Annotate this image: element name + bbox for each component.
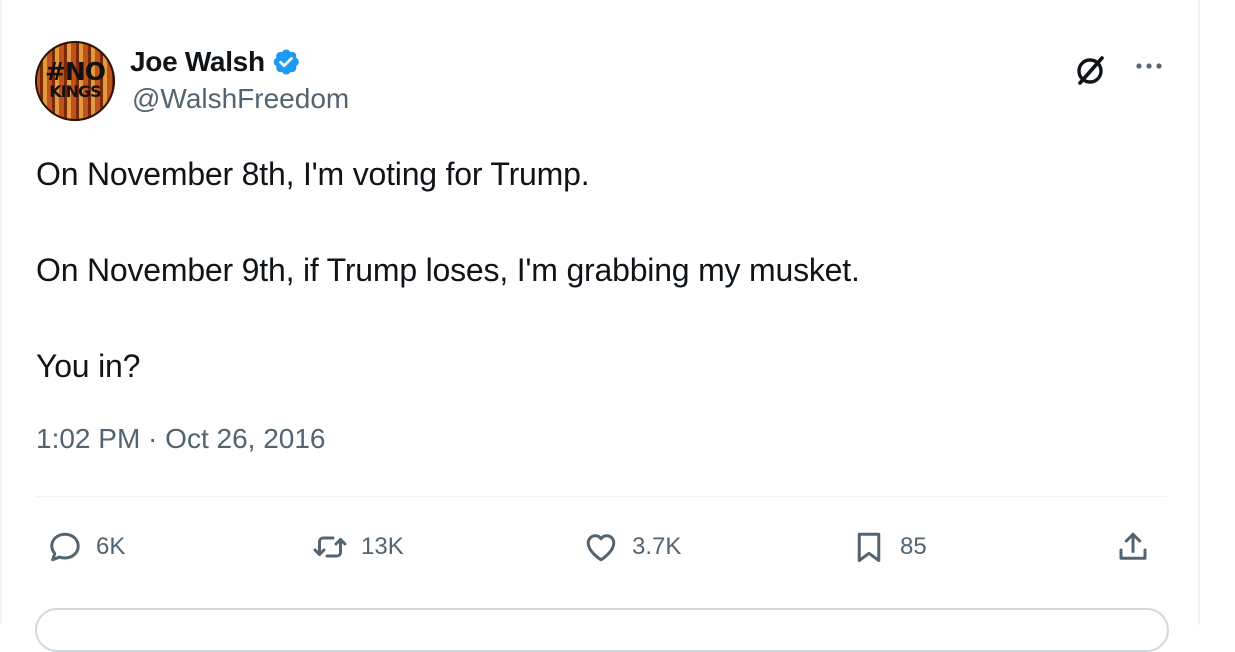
divider [35, 496, 1167, 497]
bookmark-count: 85 [900, 533, 927, 560]
action-bar: 6K 13K 3.7K 85 [35, 522, 1167, 572]
like-icon [586, 534, 616, 562]
tweet-timestamp[interactable]: 1:02 PM · Oct 26, 2016 [36, 423, 326, 455]
avatar-text-line1: #NO [44, 57, 106, 86]
tweet-line-2: On November 9th, if Trump loses, I'm gra… [36, 252, 860, 288]
tweet-spacer [36, 198, 860, 246]
display-name[interactable]: Joe Walsh [130, 46, 265, 78]
reply-icon [50, 532, 80, 562]
like-count: 3.7K [632, 533, 682, 560]
avatar-text-line2: KINGS [49, 82, 101, 101]
repost-icon [313, 536, 347, 558]
more-icon[interactable] [1135, 61, 1163, 71]
reply-composer-box[interactable] [35, 608, 1169, 652]
like-button[interactable]: 3.7K [583, 522, 681, 572]
bookmark-button[interactable]: 85 [851, 522, 927, 572]
tweet-text: On November 8th, I'm voting for Trump. O… [36, 150, 860, 390]
tweet-spacer [36, 294, 860, 342]
repost-button[interactable]: 13K [312, 522, 404, 572]
right-border [1198, 0, 1200, 625]
reply-count: 6K [96, 533, 126, 560]
verified-badge-icon[interactable] [271, 47, 301, 77]
tweet-header: #NO KINGS Joe Walsh @WalshFreedom [35, 41, 1165, 123]
handle[interactable]: @WalshFreedom [132, 83, 349, 115]
grok-icon[interactable] [1075, 53, 1107, 87]
share-button[interactable] [1115, 522, 1151, 572]
header-actions [1075, 47, 1165, 87]
name-row: Joe Walsh [130, 45, 301, 79]
tweet-line-1: On November 8th, I'm voting for Trump. [36, 156, 590, 192]
bookmark-icon [857, 532, 881, 562]
avatar[interactable]: #NO KINGS [35, 41, 115, 121]
tweet-line-3: You in? [36, 348, 141, 384]
left-border [0, 0, 2, 625]
reply-button[interactable]: 6K [47, 522, 125, 572]
repost-count: 13K [361, 533, 404, 560]
share-icon [1119, 532, 1147, 560]
